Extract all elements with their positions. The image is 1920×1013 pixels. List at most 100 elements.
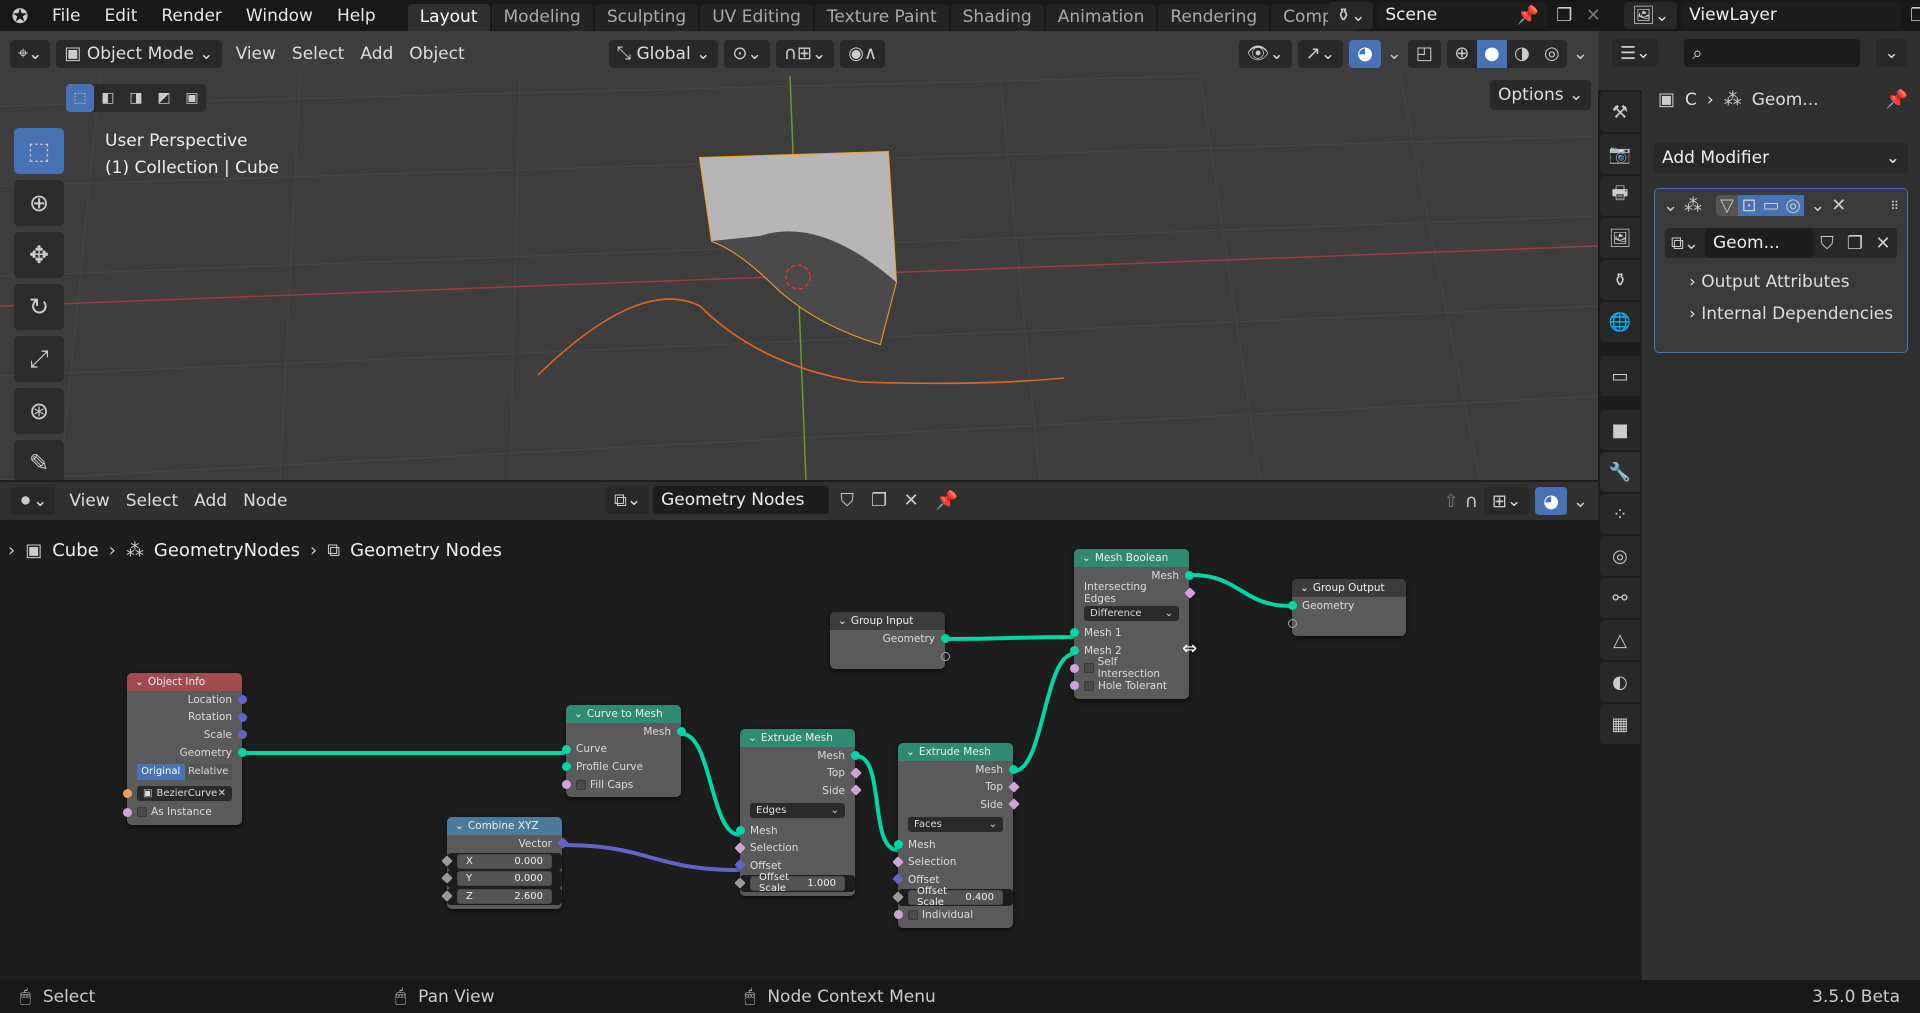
solid-shading-icon[interactable]: ● bbox=[1476, 39, 1507, 68]
viewport-menu-select[interactable]: Select bbox=[284, 44, 352, 64]
tab-physics[interactable]: ◎ bbox=[1600, 536, 1640, 576]
node-link[interactable] bbox=[561, 843, 741, 872]
modifier-menu-dropdown-icon[interactable]: ⌄ bbox=[1810, 195, 1825, 216]
node-menu-view[interactable]: View bbox=[61, 491, 117, 511]
node-link[interactable] bbox=[855, 754, 899, 852]
toggle-relative[interactable]: Relative bbox=[184, 764, 232, 781]
viewport-menu-add[interactable]: Add bbox=[352, 44, 401, 64]
tab-view-layer[interactable]: 🖼 bbox=[1600, 218, 1640, 258]
socket[interactable] bbox=[237, 730, 247, 740]
render-toggle-icon[interactable]: ◎ bbox=[1782, 195, 1805, 216]
3d-viewport[interactable]: ⬚ ◧ ◨ ◩ ▣ ⬚ ⊕ ✥ ↻ ⤢ ⊛ ✎ User Perspective (1) C… bbox=[0, 76, 1598, 480]
collapse-chevron-icon[interactable]: ⌄ bbox=[838, 615, 847, 627]
collapse-chevron-icon[interactable]: ⌄ bbox=[574, 708, 583, 720]
xray-toggle[interactable]: ◰ bbox=[1407, 39, 1441, 68]
tab-collection[interactable]: ▭ bbox=[1600, 356, 1640, 396]
value-field[interactable]: Offset Scale 0.400 bbox=[908, 886, 1003, 908]
socket[interactable] bbox=[1184, 571, 1194, 581]
socket[interactable] bbox=[940, 634, 950, 644]
tab-constraints[interactable]: ⚯ bbox=[1600, 578, 1640, 618]
pin-icon[interactable]: 📌 bbox=[1886, 89, 1908, 110]
blender-logo-icon[interactable]: ✪ bbox=[0, 4, 40, 28]
node-cxyz[interactable]: ⌄ Combine XYZ Vector X 0.000 Y 0.000 Z 2.600 bbox=[440, 817, 569, 910]
socket[interactable] bbox=[237, 748, 247, 758]
viewport-menu-object[interactable]: Object bbox=[401, 44, 472, 64]
socket[interactable] bbox=[122, 788, 132, 798]
value-field[interactable]: X 0.000 bbox=[457, 853, 552, 869]
tab-data[interactable]: △ bbox=[1600, 620, 1640, 660]
socket[interactable] bbox=[1008, 765, 1018, 775]
unlink-icon[interactable]: ✕ bbox=[1869, 233, 1897, 254]
tab-particles[interactable]: ⁘ bbox=[1600, 494, 1640, 534]
tab-output[interactable]: 🖶 bbox=[1600, 176, 1640, 216]
socket[interactable] bbox=[561, 780, 571, 790]
collapse-chevron-icon[interactable]: ⌄ bbox=[748, 732, 757, 744]
node-group-browse-button[interactable]: ⧉ ⌄ bbox=[606, 486, 650, 514]
menu-file[interactable]: File bbox=[40, 6, 92, 26]
select-extend-icon[interactable]: ◧ bbox=[94, 84, 122, 112]
collapse-chevron-icon[interactable]: ⌄ bbox=[906, 746, 915, 758]
tab-material[interactable]: ◐ bbox=[1600, 662, 1640, 702]
tab-layout[interactable]: Layout bbox=[407, 4, 490, 31]
shading-dropdown-icon[interactable]: ⌄ bbox=[1573, 40, 1588, 68]
view-layer-field[interactable]: ViewLayer bbox=[1681, 2, 1902, 28]
pin-icon[interactable]: 📌 bbox=[1517, 5, 1539, 26]
drag-handle-icon[interactable]: ⠿ bbox=[1890, 199, 1899, 213]
socket[interactable] bbox=[940, 651, 950, 661]
tab-texture[interactable]: ▦ bbox=[1600, 704, 1640, 744]
collapse-chevron-icon[interactable]: ⌄ bbox=[1300, 582, 1309, 594]
node-header[interactable]: ⌄ Mesh Boolean bbox=[1074, 549, 1189, 567]
view-layer-selector-button[interactable]: 🖼 ⌄ bbox=[1624, 2, 1678, 29]
tab-sculpting[interactable]: Sculpting bbox=[594, 4, 699, 31]
socket[interactable] bbox=[676, 727, 686, 737]
checkbox[interactable] bbox=[576, 779, 586, 790]
node-editor-type-button[interactable]: ⚫ ⌄ bbox=[10, 487, 56, 515]
socket[interactable] bbox=[1069, 628, 1079, 638]
socket[interactable] bbox=[1287, 601, 1297, 611]
select-new-icon[interactable]: ⬚ bbox=[66, 84, 94, 112]
node-header[interactable]: ⌄ Object Info bbox=[127, 673, 242, 691]
object-field[interactable]: ▣ BezierCurve ✕ bbox=[137, 785, 232, 801]
node-gin[interactable]: ⌄ Group Input Geometry bbox=[830, 612, 950, 670]
remove-modifier-icon[interactable]: ✕ bbox=[1831, 195, 1846, 216]
menu-help[interactable]: Help bbox=[325, 6, 388, 26]
properties-editor-type-button[interactable]: ☰ ⌄ bbox=[1612, 39, 1659, 67]
tool-annotate[interactable]: ✎ bbox=[14, 440, 64, 480]
parent-node-tree-icon[interactable]: ⇧ bbox=[1444, 487, 1459, 515]
panel-output-attributes[interactable]: › Output Attributes bbox=[1655, 264, 1907, 292]
collapse-chevron-icon[interactable]: ⌄ bbox=[1663, 195, 1678, 216]
snap-toggle[interactable]: ∩ ⊞ ⌄ bbox=[775, 39, 835, 68]
new-view-layer-icon[interactable]: ❐ bbox=[1905, 2, 1920, 29]
node-header[interactable]: ⌄ Group Output bbox=[1292, 579, 1406, 597]
snap-icon[interactable]: ∩ bbox=[1465, 487, 1478, 515]
unlink-icon[interactable]: ✕ bbox=[897, 490, 925, 511]
socket[interactable] bbox=[561, 744, 571, 754]
select-invert-icon[interactable]: ◩ bbox=[150, 84, 178, 112]
options-dropdown[interactable]: Options ⌄ bbox=[1490, 80, 1592, 110]
scene-field[interactable]: Scene 📌 bbox=[1377, 2, 1548, 28]
snap-mode-dropdown[interactable]: ⊞ ⌄ bbox=[1483, 487, 1530, 515]
checkbox[interactable] bbox=[908, 909, 918, 920]
node-header[interactable]: ⌄ Extrude Mesh bbox=[898, 743, 1013, 761]
tool-transform[interactable]: ⊛ bbox=[14, 388, 64, 434]
gizmo-dropdown[interactable]: ↗ ⌄ bbox=[1297, 39, 1344, 68]
node-objinfo[interactable]: ⌄ Object Info Location Rotation Scale Geometr… bbox=[122, 673, 247, 825]
visibility-dropdown[interactable]: 👁 ⌄ bbox=[1238, 39, 1292, 68]
socket[interactable] bbox=[1069, 663, 1079, 673]
socket[interactable] bbox=[237, 695, 247, 705]
add-modifier-dropdown[interactable]: Add Modifier ⌄ bbox=[1654, 143, 1908, 173]
node-header[interactable]: ⌄ Combine XYZ bbox=[447, 817, 562, 835]
overlays-toggle[interactable]: ◕ bbox=[1349, 39, 1381, 68]
socket[interactable] bbox=[561, 762, 571, 772]
menu-render[interactable]: Render bbox=[149, 6, 234, 26]
clear-icon[interactable]: ✕ bbox=[218, 788, 226, 799]
tab-texture-paint[interactable]: Texture Paint bbox=[814, 4, 949, 31]
overlays-dropdown-icon[interactable]: ⌄ bbox=[1387, 40, 1402, 68]
collapse-chevron-icon[interactable]: ⌄ bbox=[455, 820, 464, 832]
node-menu-select[interactable]: Select bbox=[118, 491, 186, 511]
proportional-edit-toggle[interactable]: ◉ ∧ bbox=[840, 39, 886, 68]
socket[interactable] bbox=[893, 840, 903, 850]
socket[interactable] bbox=[1287, 618, 1297, 628]
material-shading-icon[interactable]: ◑ bbox=[1507, 43, 1537, 64]
tab-uv-editing[interactable]: UV Editing bbox=[700, 4, 813, 31]
